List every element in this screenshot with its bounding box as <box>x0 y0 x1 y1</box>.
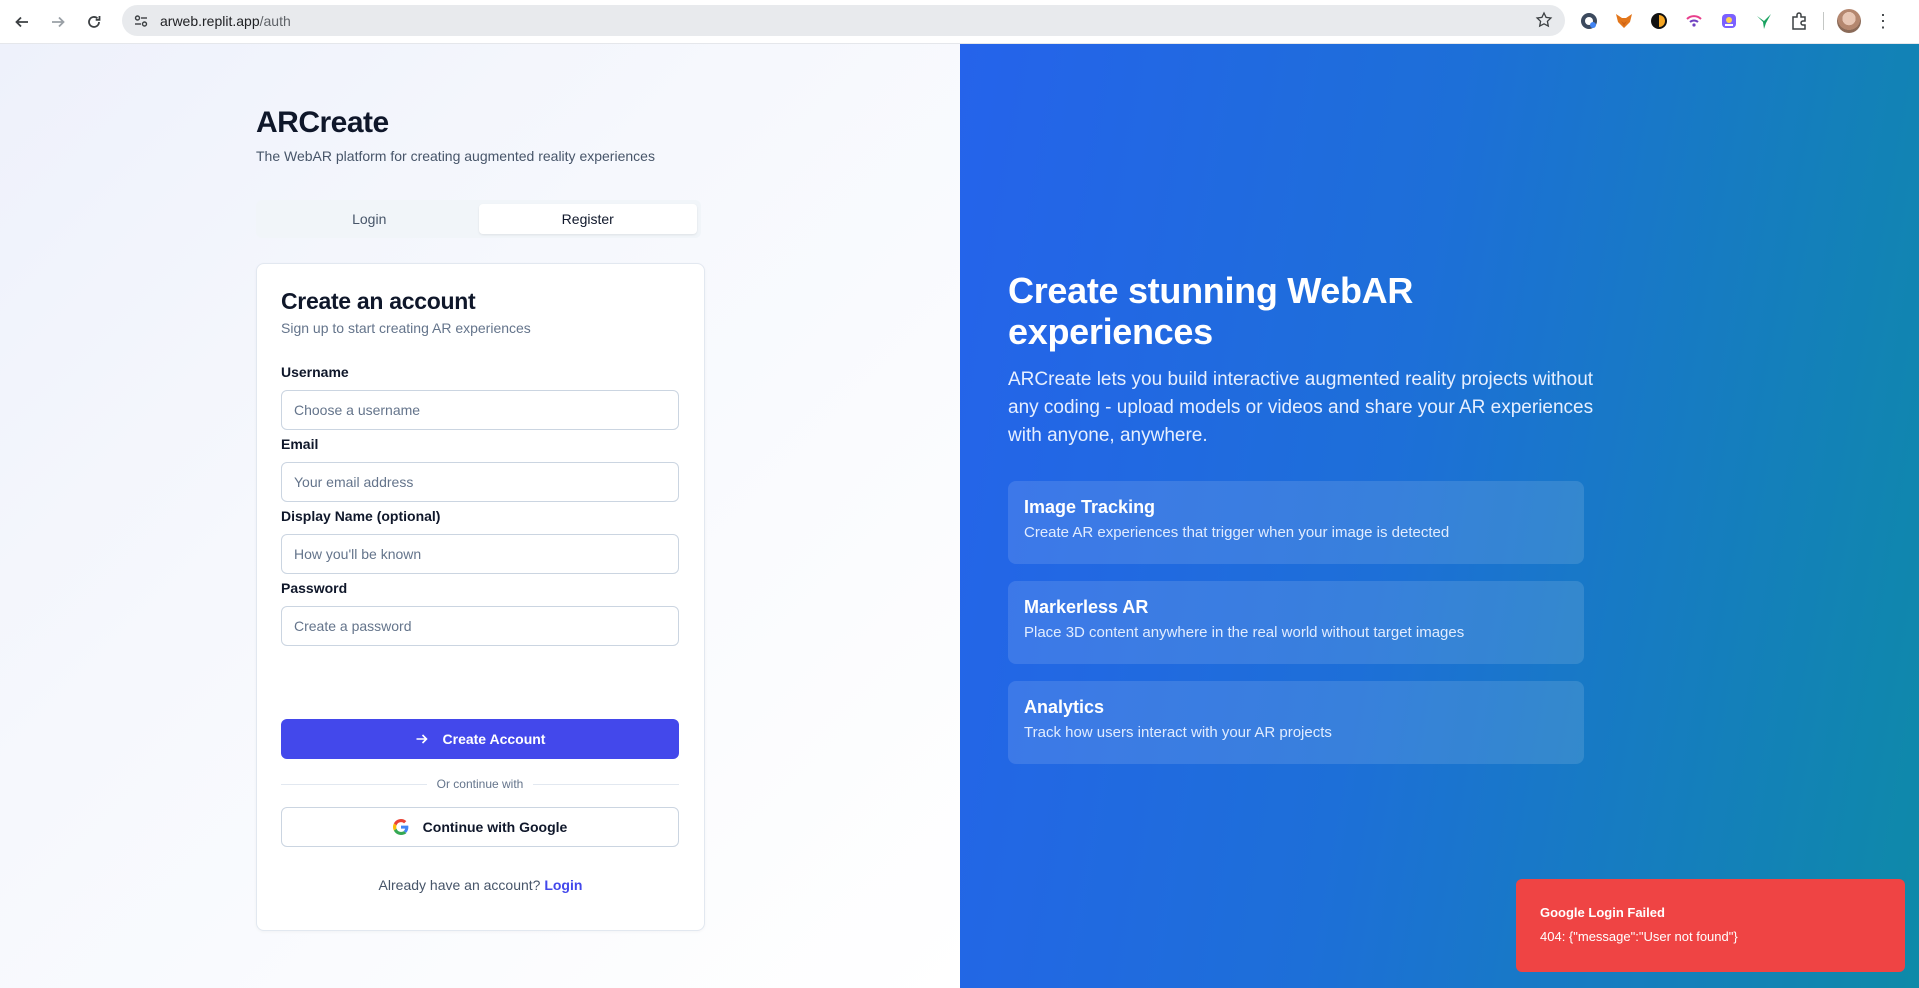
display-name-label: Display Name (optional) <box>281 508 441 524</box>
google-signin-label: Continue with Google <box>422 819 568 835</box>
login-prompt: Already have an account? Login <box>257 877 704 893</box>
browser-toolbar: arweb.replit.app/auth ⋮ <box>0 0 1919 44</box>
extension-icon[interactable] <box>1578 10 1600 32</box>
reload-icon <box>88 15 101 28</box>
profile-avatar[interactable] <box>1837 9 1861 33</box>
arrow-right-icon <box>52 16 65 27</box>
feature-description: Track how users interact with your AR pr… <box>1024 724 1332 741</box>
email-label: Email <box>281 436 319 452</box>
tab-login[interactable]: Login <box>260 204 479 234</box>
back-button[interactable] <box>4 4 40 40</box>
divider-line <box>533 783 679 785</box>
toast-message: 404: {"message":"User not found"} <box>1540 929 1738 944</box>
create-account-label: Create Account <box>442 731 546 747</box>
extension-icon[interactable] <box>1683 10 1705 32</box>
site-info-icon[interactable] <box>132 12 150 30</box>
card-subtitle: Sign up to start creating AR experiences <box>281 320 531 336</box>
divider-line <box>281 783 427 785</box>
password-label: Password <box>281 580 348 596</box>
feature-card-image-tracking: Image Tracking Create AR experiences tha… <box>1008 481 1584 564</box>
hero-title: Create stunning WebAR experiences <box>1008 270 1414 352</box>
app-subtitle: The WebAR platform for creating augmente… <box>256 148 655 164</box>
create-account-button[interactable]: Create Account <box>281 719 679 759</box>
address-bar[interactable]: arweb.replit.app/auth <box>122 5 1565 36</box>
hero-panel: Create stunning WebAR experiences ARCrea… <box>960 44 1919 988</box>
feature-title: Analytics <box>1024 697 1105 717</box>
feature-title: Markerless AR <box>1024 597 1149 617</box>
toast-title: Google Login Failed <box>1540 905 1665 920</box>
toolbar-divider <box>1823 12 1824 30</box>
hummingbird-icon[interactable] <box>1753 10 1775 32</box>
extension-icon[interactable] <box>1648 10 1670 32</box>
more-menu-icon[interactable]: ⋮ <box>1874 11 1892 32</box>
bookmark-star-icon[interactable] <box>1535 11 1553 29</box>
feature-card-markerless-ar: Markerless AR Place 3D content anywhere … <box>1008 581 1584 664</box>
login-prompt-text: Already have an account? <box>378 877 541 893</box>
app-title: ARCreate <box>256 106 389 139</box>
username-input[interactable] <box>281 390 679 430</box>
puzzle-icon[interactable] <box>1788 10 1810 32</box>
login-link[interactable]: Login <box>544 877 582 893</box>
error-toast[interactable]: Google Login Failed 404: {"message":"Use… <box>1516 879 1905 972</box>
tab-register[interactable]: Register <box>478 204 697 234</box>
card-title: Create an account <box>281 288 476 314</box>
password-input[interactable] <box>281 606 679 646</box>
auth-panel: ARCreate The WebAR platform for creating… <box>0 44 960 988</box>
feature-description: Place 3D content anywhere in the real wo… <box>1024 624 1465 641</box>
feature-title: Image Tracking <box>1024 497 1156 517</box>
register-card: Create an account Sign up to start creat… <box>256 263 705 931</box>
reload-button[interactable] <box>76 4 112 40</box>
url-text: arweb.replit.app/auth <box>160 12 291 29</box>
forward-button[interactable] <box>40 4 76 40</box>
display-name-input[interactable] <box>281 534 679 574</box>
arrow-left-icon <box>15 16 28 27</box>
extensions-area: ⋮ <box>1578 6 1892 36</box>
auth-tabs: Login Register <box>256 200 701 238</box>
email-input[interactable] <box>281 462 679 502</box>
feature-card-analytics: Analytics Track how users interact with … <box>1008 681 1584 764</box>
feature-description: Create AR experiences that trigger when … <box>1024 524 1450 541</box>
metamask-fox-icon[interactable] <box>1613 10 1635 32</box>
extension-icon[interactable] <box>1718 10 1740 32</box>
arrow-right-icon <box>416 734 428 744</box>
hero-description: ARCreate lets you build interactive augm… <box>1008 369 1594 446</box>
or-divider: Or continue with <box>281 776 679 792</box>
google-logo-icon <box>392 819 409 835</box>
username-label: Username <box>281 364 349 380</box>
google-signin-button[interactable]: Continue with Google <box>281 807 679 847</box>
divider-text: Or continue with <box>436 777 524 791</box>
